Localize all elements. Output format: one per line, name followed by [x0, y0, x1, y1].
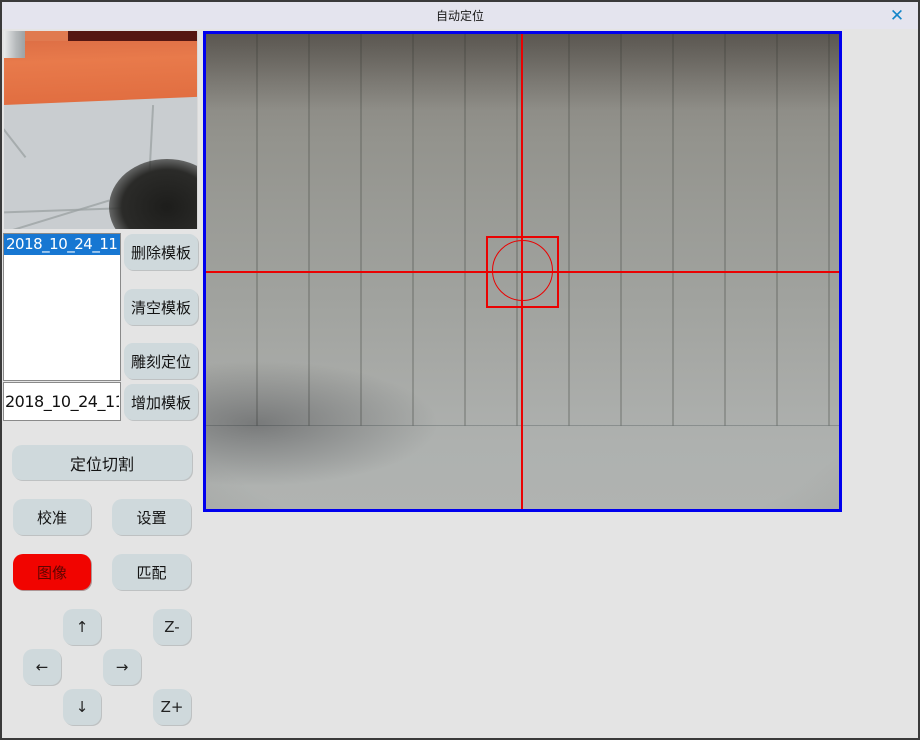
- jog-right-button[interactable]: →: [103, 649, 141, 685]
- jog-up-button[interactable]: ↑: [63, 609, 101, 645]
- template-preview-image: [4, 31, 198, 229]
- dark-red-bar: [68, 31, 197, 41]
- jog-z-plus-button[interactable]: Z+: [153, 689, 191, 725]
- add-template-button[interactable]: 增加模板: [124, 384, 198, 420]
- dark-object: [109, 159, 198, 229]
- calibrate-button[interactable]: 校准: [13, 499, 91, 535]
- camera-view[interactable]: [203, 31, 842, 512]
- titlebar: 自动定位 ✕: [2, 2, 918, 29]
- jog-left-button[interactable]: ←: [23, 649, 61, 685]
- match-button[interactable]: 匹配: [112, 554, 191, 590]
- orange-patch: [25, 31, 68, 41]
- template-match-circle: [492, 240, 553, 301]
- settings-button[interactable]: 设置: [112, 499, 191, 535]
- engrave-position-button[interactable]: 雕刻定位: [124, 343, 198, 379]
- auto-position-dialog: 自动定位 ✕ 2018_10_24_11 删除模板 清空模板 雕刻定位 增加模板…: [0, 0, 920, 740]
- tile-grout-line: [4, 122, 26, 158]
- delete-template-button[interactable]: 删除模板: [124, 234, 198, 270]
- image-button-active[interactable]: 图像: [13, 554, 91, 590]
- tile-grout-line: [4, 200, 110, 229]
- orange-board: [4, 31, 197, 105]
- jog-down-button[interactable]: ↓: [63, 689, 101, 725]
- gray-tile-patch: [4, 31, 25, 58]
- dialog-title: 自动定位: [436, 7, 484, 24]
- template-list[interactable]: 2018_10_24_11: [3, 233, 121, 381]
- position-cut-button[interactable]: 定位切割: [12, 445, 192, 480]
- template-name-input[interactable]: [3, 382, 121, 421]
- jog-z-minus-button[interactable]: Z-: [153, 609, 191, 645]
- clear-templates-button[interactable]: 清空模板: [124, 289, 198, 325]
- template-list-item[interactable]: 2018_10_24_11: [4, 234, 120, 255]
- close-icon[interactable]: ✕: [886, 5, 908, 27]
